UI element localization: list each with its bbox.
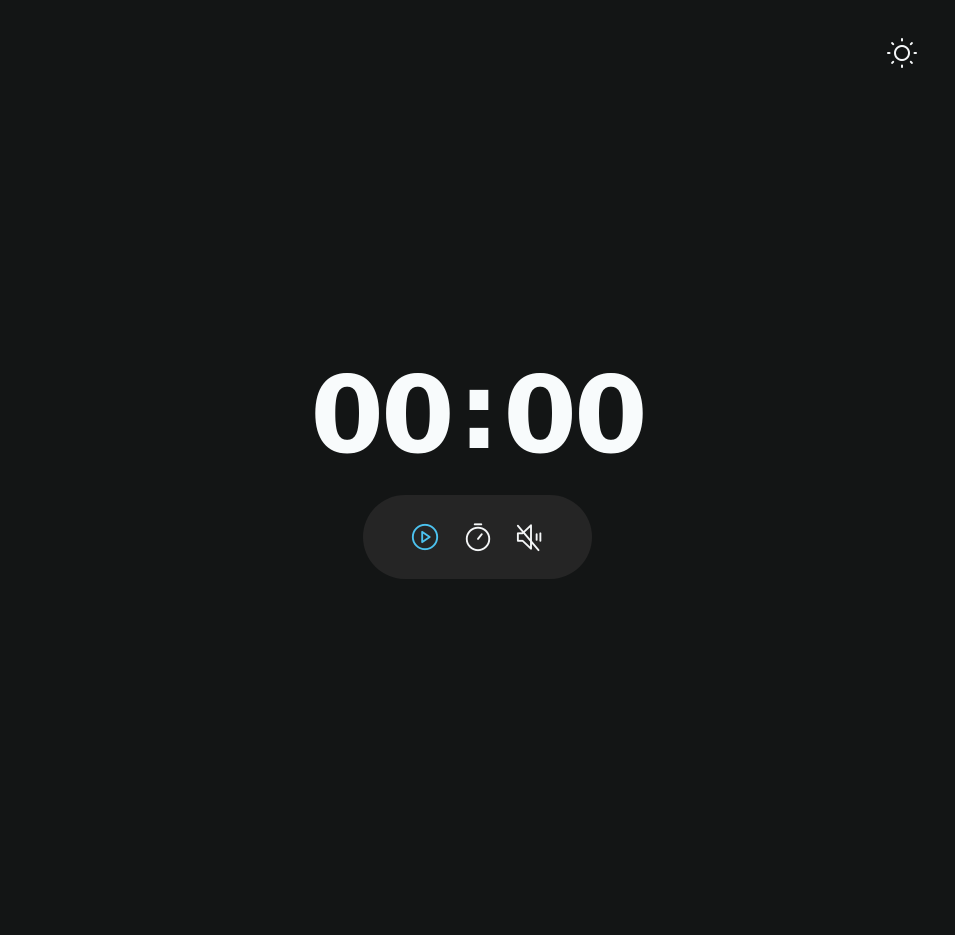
timer-display: 00 : 00 [0,357,955,475]
timer-minutes: 00 [310,354,455,477]
timer-seconds: 00 [503,354,648,477]
control-bar [363,495,592,579]
play-circle-icon [411,523,438,551]
theme-toggle-button[interactable] [885,36,919,70]
sun-icon [887,38,917,68]
sound-toggle-button[interactable] [516,520,546,554]
speaker-muted-icon [516,524,541,552]
play-button[interactable] [410,520,440,554]
timer-separator: : [457,350,500,473]
stopwatch-icon [465,523,490,552]
timer-settings-button[interactable] [463,520,493,554]
